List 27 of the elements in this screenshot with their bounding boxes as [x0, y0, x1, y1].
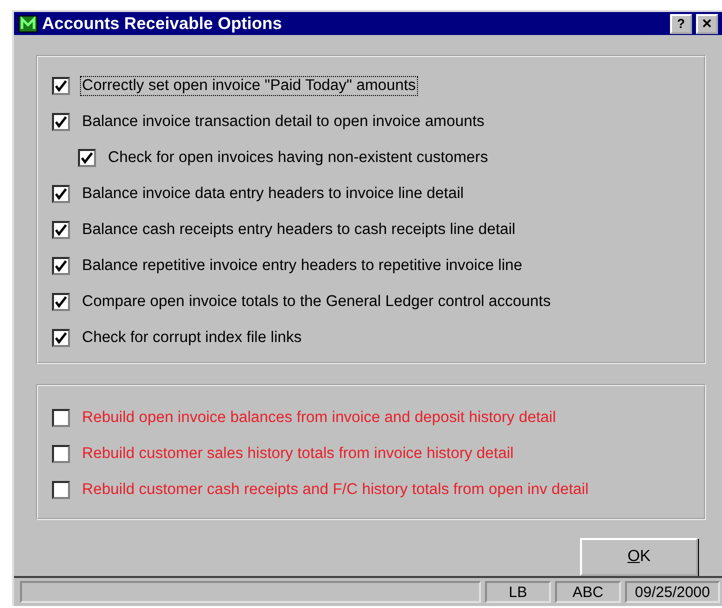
checkbox[interactable] — [52, 481, 70, 500]
checkbox-label[interactable]: Balance repetitive invoice entry headers to repetitive invoice line — [80, 256, 524, 276]
app-icon — [18, 14, 38, 34]
checkbox[interactable] — [52, 445, 70, 464]
checkbox[interactable] — [52, 185, 70, 204]
checkbox-label[interactable]: Check for corrupt index file links — [80, 328, 304, 348]
checkbox[interactable] — [52, 221, 70, 240]
window-title: Accounts Receivable Options — [42, 14, 283, 34]
checkbox-label[interactable]: Correctly set open invoice "Paid Today" amounts — [80, 76, 418, 96]
checkbox[interactable] — [52, 113, 70, 132]
checkbox-label[interactable]: Balance invoice transaction detail to open invoice amounts — [80, 112, 486, 132]
checkbox[interactable] — [52, 329, 70, 348]
close-button[interactable]: ✕ — [696, 14, 718, 34]
help-button[interactable]: ? — [670, 14, 692, 34]
checkbox[interactable] — [52, 409, 70, 428]
checkbox-label[interactable]: Compare open invoice totals to the General Ledger control accounts — [80, 292, 553, 312]
status-text: ABC — [554, 581, 621, 603]
checkbox-label[interactable]: Balance invoice data entry headers to invoice line detail — [80, 184, 466, 204]
checkbox-label[interactable]: Balance cash receipts entry headers to cash receipts line detail — [80, 220, 518, 240]
status-text: LB — [484, 581, 551, 603]
checkbox[interactable] — [52, 293, 70, 312]
checkbox[interactable] — [78, 149, 96, 168]
checkbox[interactable] — [52, 77, 70, 96]
checkbox[interactable] — [52, 257, 70, 276]
ok-button[interactable]: OK — [580, 538, 698, 576]
status-text: 09/25/2000 — [624, 581, 720, 603]
checkbox-label[interactable]: Check for open invoices having non-existent customers — [106, 148, 490, 168]
